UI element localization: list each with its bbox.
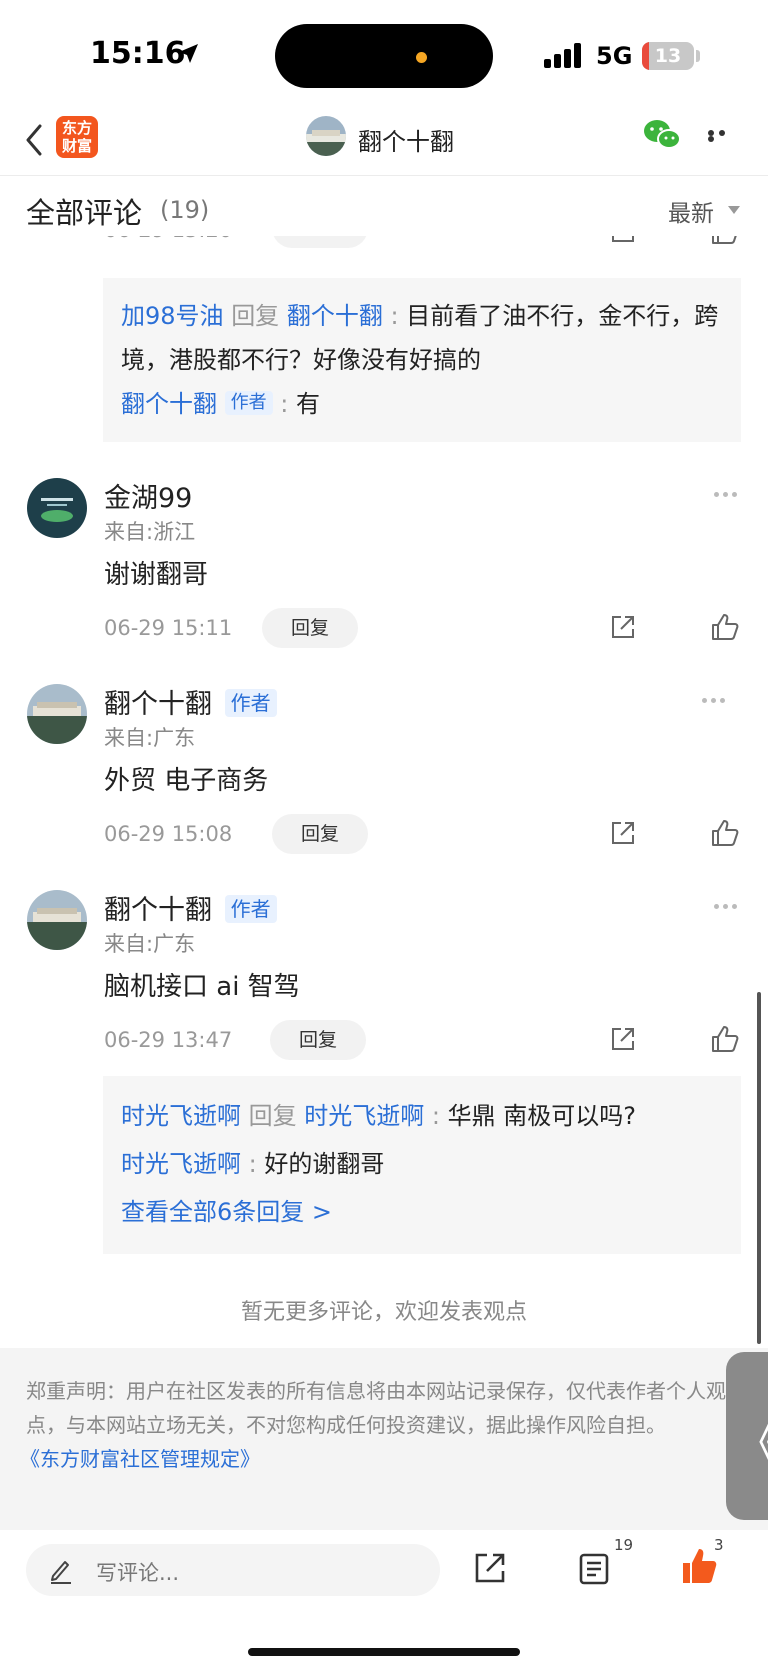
wechat-icon[interactable] xyxy=(642,118,682,152)
avatar[interactable] xyxy=(27,684,87,744)
comments-header: 全部评论 (19) 最新 xyxy=(0,176,768,236)
reply-user-link[interactable]: 时光飞逝啊 xyxy=(121,1150,241,1178)
reply-user-link[interactable]: 加98号油 xyxy=(121,302,224,330)
author-tag: 作者 xyxy=(224,895,277,923)
colon: : xyxy=(248,1150,257,1178)
colon: : xyxy=(390,302,399,330)
share-icon[interactable] xyxy=(472,1550,508,1586)
comment-input[interactable]: 写评论... xyxy=(26,1544,440,1596)
colon: : xyxy=(280,390,289,418)
nav-bar: 东方 财富 翻个十翻 xyxy=(0,108,768,176)
reply-button[interactable]: 回复 xyxy=(270,1020,366,1060)
dynamic-island xyxy=(275,24,493,88)
pen-icon xyxy=(51,1561,71,1584)
comment-body: 脑机接口 ai 智驾 xyxy=(104,972,300,1002)
list-icon[interactable] xyxy=(578,1552,610,1586)
avatar[interactable] xyxy=(27,890,87,950)
comment-item: 翻个十翻 作者 来自:广东 脑机接口 ai 智驾 06-29 13:47 回复 xyxy=(0,882,768,1072)
comment-author[interactable]: 金湖99 xyxy=(104,476,192,515)
colon: : xyxy=(431,1102,441,1130)
comments-title: 全部评论 xyxy=(26,196,143,230)
view-all-replies-link[interactable]: 查看全部6条回复 > xyxy=(121,1188,723,1236)
comment-body: 外贸 电子商务 xyxy=(104,766,269,796)
comment-input-placeholder: 写评论... xyxy=(96,1561,180,1585)
reply-user-link[interactable]: 时光飞逝啊 xyxy=(121,1102,241,1130)
privacy-indicator xyxy=(416,52,427,63)
reply-word: 回复 xyxy=(231,302,280,330)
like-icon[interactable] xyxy=(710,612,740,642)
comment-time: 06-29 13:47 xyxy=(104,1028,233,1052)
like-icon[interactable] xyxy=(710,1024,740,1054)
share-icon[interactable] xyxy=(608,1024,638,1054)
reply-button[interactable]: 回复 xyxy=(272,814,368,854)
brand-logo-line1: 东方 xyxy=(61,119,92,137)
network-label: 5G xyxy=(596,42,633,70)
reply-target-link[interactable]: 时光飞逝啊 xyxy=(304,1102,424,1130)
like-icon[interactable] xyxy=(710,818,740,848)
battery-level: 13 xyxy=(654,45,682,67)
reply-thread[interactable]: 时光飞逝啊 回复 时光飞逝啊 : 华鼎 南极可以吗? 时光飞逝啊 : 好的谢翻哥… xyxy=(103,1076,741,1254)
bottom-bar: 写评论... 19 3 xyxy=(0,1530,768,1669)
reply-button[interactable]: 回复 xyxy=(262,608,358,648)
signal-icon xyxy=(544,42,584,68)
chevron-left-icon: 《 xyxy=(734,1404,768,1474)
back-icon[interactable] xyxy=(22,120,48,160)
more-icon[interactable] xyxy=(714,492,744,500)
location-arrow-icon xyxy=(179,44,198,63)
no-more-comments: 暂无更多评论，欢迎发表观点 xyxy=(240,1300,527,1325)
status-bar: 15:16 5G 13 xyxy=(0,0,768,108)
disclaimer: 郑重声明：用户在社区发表的所有信息将由本网站记录保存，仅代表作者个人观点，与本网… xyxy=(0,1348,768,1530)
reply-text: 有 xyxy=(296,390,321,418)
disclaimer-text: 郑重声明：用户在社区发表的所有信息将由本网站记录保存，仅代表作者个人观点，与本网… xyxy=(26,1379,726,1437)
comment-body: 谢谢翻哥 xyxy=(104,560,209,590)
comment-location: 来自:广东 xyxy=(104,726,196,750)
reply-user-link[interactable]: 翻个十翻 xyxy=(121,390,217,418)
share-icon[interactable] xyxy=(608,612,638,642)
nav-title: 翻个十翻 xyxy=(358,128,454,156)
comment-time: 06-29 15:08 xyxy=(104,822,233,846)
like-count-badge: 3 xyxy=(714,1536,724,1554)
comment-location: 来自:浙江 xyxy=(104,520,196,544)
caret-down-icon[interactable] xyxy=(728,206,740,214)
sort-dropdown[interactable]: 最新 xyxy=(668,194,714,228)
reply-thread[interactable]: 加98号油 回复 翻个十翻 : 目前看了油不行，金不行，跨境，港股都不行？好像没… xyxy=(103,278,741,442)
comment-count-badge: 19 xyxy=(614,1536,634,1554)
battery-icon: 13 xyxy=(642,42,694,70)
comment-author-name: 翻个十翻 xyxy=(104,689,212,720)
reply-text: 华鼎 南极可以吗? xyxy=(447,1102,637,1130)
home-indicator xyxy=(248,1648,520,1656)
avatar[interactable] xyxy=(27,478,87,538)
reply-target-link[interactable]: 翻个十翻 xyxy=(287,302,383,330)
comments-count: (19) xyxy=(160,196,210,224)
reply-line: 加98号油 回复 翻个十翻 : 目前看了油不行，金不行，跨境，港股都不行？好像没… xyxy=(121,294,723,382)
share-icon[interactable] xyxy=(608,818,638,848)
reply-word: 回复 xyxy=(248,1102,297,1130)
brand-logo-line2: 财富 xyxy=(61,137,92,155)
side-drawer-tab[interactable]: 《 xyxy=(726,1352,768,1520)
author-tag: 作者 xyxy=(224,689,277,717)
like-icon[interactable] xyxy=(680,1546,718,1586)
comment-time: 06-29 15:11 xyxy=(104,616,233,640)
author-avatar[interactable] xyxy=(306,116,346,156)
comment-item: 翻个十翻 作者 来自:广东 外贸 电子商务 06-29 15:08 回复 xyxy=(0,676,768,866)
brand-logo[interactable]: 东方 财富 xyxy=(56,116,98,158)
author-tag: 作者 xyxy=(224,391,273,415)
comment-item: 金湖99 来自:浙江 谢谢翻哥 06-29 15:11 回复 xyxy=(0,470,768,660)
comment-author-name: 翻个十翻 xyxy=(104,895,212,926)
reply-line: 翻个十翻 作者 : 有 xyxy=(121,382,723,426)
reply-line: 时光飞逝啊 回复 时光飞逝啊 : 华鼎 南极可以吗? xyxy=(121,1092,723,1140)
reply-text: 好的谢翻哥 xyxy=(264,1150,385,1178)
more-icon[interactable] xyxy=(708,130,740,142)
status-time: 15:16 xyxy=(90,36,186,71)
comment-location: 来自:广东 xyxy=(104,932,196,956)
scrollbar[interactable] xyxy=(757,992,761,1344)
battery-tip xyxy=(696,50,700,62)
comment-author[interactable]: 翻个十翻 作者 xyxy=(104,682,277,721)
reply-line: 时光飞逝啊 : 好的谢翻哥 xyxy=(121,1140,723,1188)
community-rules-link[interactable]: 《东方财富社区管理规定》 xyxy=(20,1442,742,1476)
more-icon[interactable] xyxy=(714,904,744,912)
comment-author[interactable]: 翻个十翻 作者 xyxy=(104,888,277,927)
more-icon[interactable] xyxy=(702,698,732,706)
